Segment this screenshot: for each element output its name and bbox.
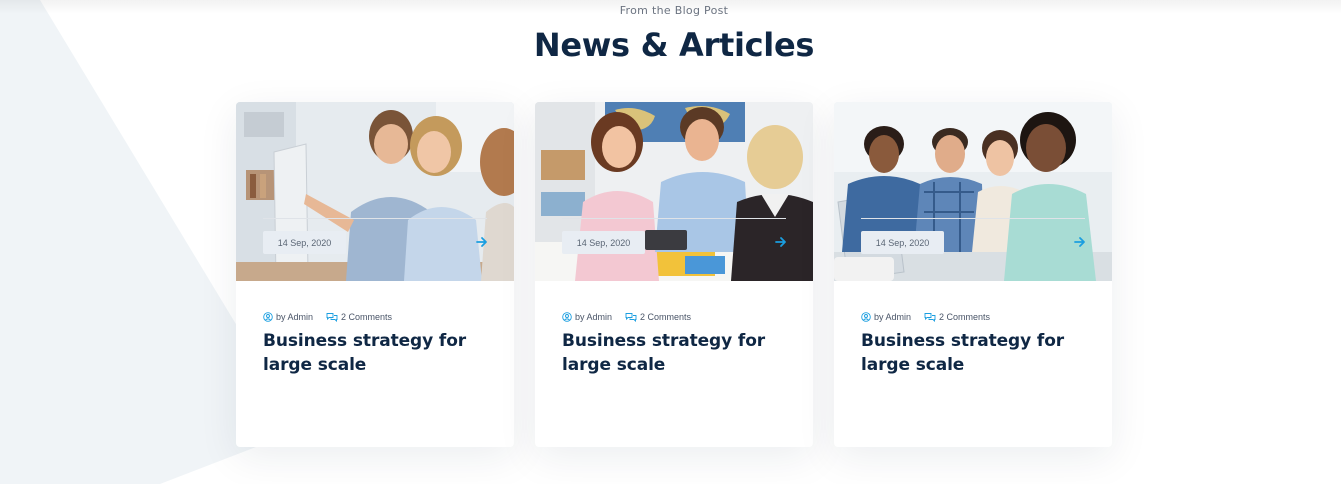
chat-bubbles-icon	[625, 313, 637, 322]
post-comments[interactable]: 2 Comments	[326, 312, 392, 322]
blog-card[interactable]: by Admin 2 Comments Business strategy fo…	[236, 102, 514, 447]
post-meta: by Admin 2 Comments	[562, 312, 786, 322]
chat-bubbles-icon	[326, 313, 338, 322]
author-label: by Admin	[874, 312, 912, 322]
user-circle-icon	[861, 312, 871, 322]
blog-card[interactable]: by Admin 2 Comments Business strategy fo…	[535, 102, 813, 447]
author-label: by Admin	[276, 312, 314, 322]
comments-label: 2 Comments	[341, 312, 393, 322]
blog-card-list: by Admin 2 Comments Business strategy fo…	[236, 102, 1112, 447]
post-title[interactable]: Business strategy for large scale	[562, 329, 772, 377]
post-date-badge: 14 Sep, 2020	[861, 231, 944, 254]
post-author[interactable]: by Admin	[861, 312, 911, 322]
post-meta: by Admin 2 Comments	[861, 312, 1085, 322]
arrow-right-icon[interactable]	[775, 236, 787, 248]
comments-label: 2 Comments	[640, 312, 692, 322]
post-image[interactable]	[535, 102, 813, 281]
post-title[interactable]: Business strategy for large scale	[861, 329, 1071, 377]
card-divider	[562, 218, 786, 219]
card-divider	[263, 218, 487, 219]
post-image[interactable]	[834, 102, 1112, 281]
arrow-right-icon[interactable]	[476, 236, 488, 248]
post-date-badge: 14 Sep, 2020	[562, 231, 645, 254]
author-label: by Admin	[575, 312, 613, 322]
arrow-right-icon[interactable]	[1074, 236, 1086, 248]
user-circle-icon	[263, 312, 273, 322]
blog-card[interactable]: by Admin 2 Comments Business strategy fo…	[834, 102, 1112, 447]
section-header: From the Blog Post News & Articles	[0, 4, 1341, 64]
section-eyebrow: From the Blog Post	[619, 4, 729, 17]
post-comments[interactable]: 2 Comments	[924, 312, 990, 322]
post-meta: by Admin 2 Comments	[263, 312, 487, 322]
post-title[interactable]: Business strategy for large scale	[263, 329, 473, 377]
chat-bubbles-icon	[924, 313, 936, 322]
section-title: News & Articles	[533, 26, 815, 64]
comments-label: 2 Comments	[939, 312, 991, 322]
post-comments[interactable]: 2 Comments	[625, 312, 691, 322]
post-author[interactable]: by Admin	[562, 312, 612, 322]
post-image[interactable]	[236, 102, 514, 281]
post-author[interactable]: by Admin	[263, 312, 313, 322]
post-date-badge: 14 Sep, 2020	[263, 231, 346, 254]
card-divider	[861, 218, 1085, 219]
user-circle-icon	[562, 312, 572, 322]
